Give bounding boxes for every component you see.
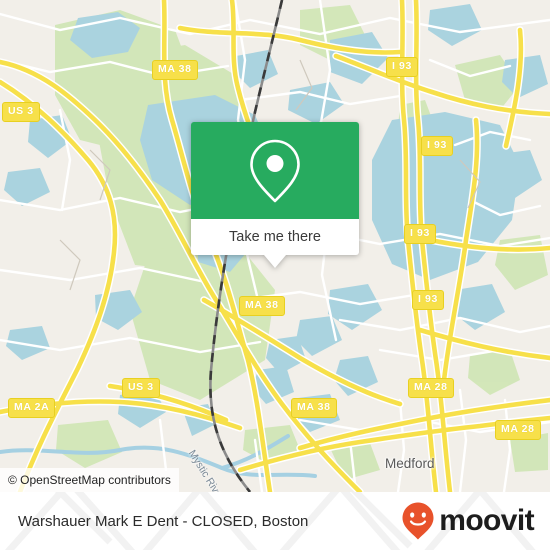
moovit-wordmark: moovit bbox=[439, 504, 534, 537]
attribution-text: © OpenStreetMap contributors bbox=[8, 473, 171, 487]
map-canvas[interactable]: MA 38 US 3 I 93 I 93 I 93 I 93 MA 38 US … bbox=[0, 0, 550, 492]
page-title: Warshauer Mark E Dent - CLOSED, Boston bbox=[18, 492, 308, 550]
road-shield-i93: I 93 bbox=[386, 57, 418, 77]
map-attribution[interactable]: © OpenStreetMap contributors bbox=[0, 468, 179, 492]
location-popup[interactable]: Take me there bbox=[191, 122, 359, 268]
map-pin-icon bbox=[250, 139, 300, 202]
popup-header bbox=[191, 122, 359, 219]
road-shield-i93: I 93 bbox=[404, 224, 436, 244]
page-title-text: Warshauer Mark E Dent - CLOSED, Boston bbox=[18, 512, 309, 530]
road-shield-ma2a: MA 2A bbox=[8, 398, 56, 418]
road-shield-i93: I 93 bbox=[412, 290, 444, 310]
place-label-medford: Medford bbox=[385, 456, 435, 471]
moovit-pin-icon bbox=[402, 502, 434, 540]
road-shield-ma38: MA 38 bbox=[291, 398, 337, 418]
road-shield-ma38: MA 38 bbox=[152, 60, 198, 80]
road-shield-us3: US 3 bbox=[2, 102, 40, 122]
road-shield-ma28: MA 28 bbox=[495, 420, 541, 440]
map-page: MA 38 US 3 I 93 I 93 I 93 I 93 MA 38 US … bbox=[0, 0, 550, 550]
road-shield-us3: US 3 bbox=[122, 378, 160, 398]
take-me-there-label: Take me there bbox=[229, 229, 321, 245]
take-me-there-button[interactable]: Take me there bbox=[191, 219, 359, 255]
road-shield-i93: I 93 bbox=[421, 136, 453, 156]
footer-bar: Warshauer Mark E Dent - CLOSED, Boston m… bbox=[0, 492, 550, 550]
moovit-logo[interactable]: moovit bbox=[401, 492, 535, 550]
road-shield-ma28: MA 28 bbox=[408, 378, 454, 398]
popup-tail bbox=[264, 255, 286, 268]
road-shield-ma38: MA 38 bbox=[239, 296, 285, 316]
